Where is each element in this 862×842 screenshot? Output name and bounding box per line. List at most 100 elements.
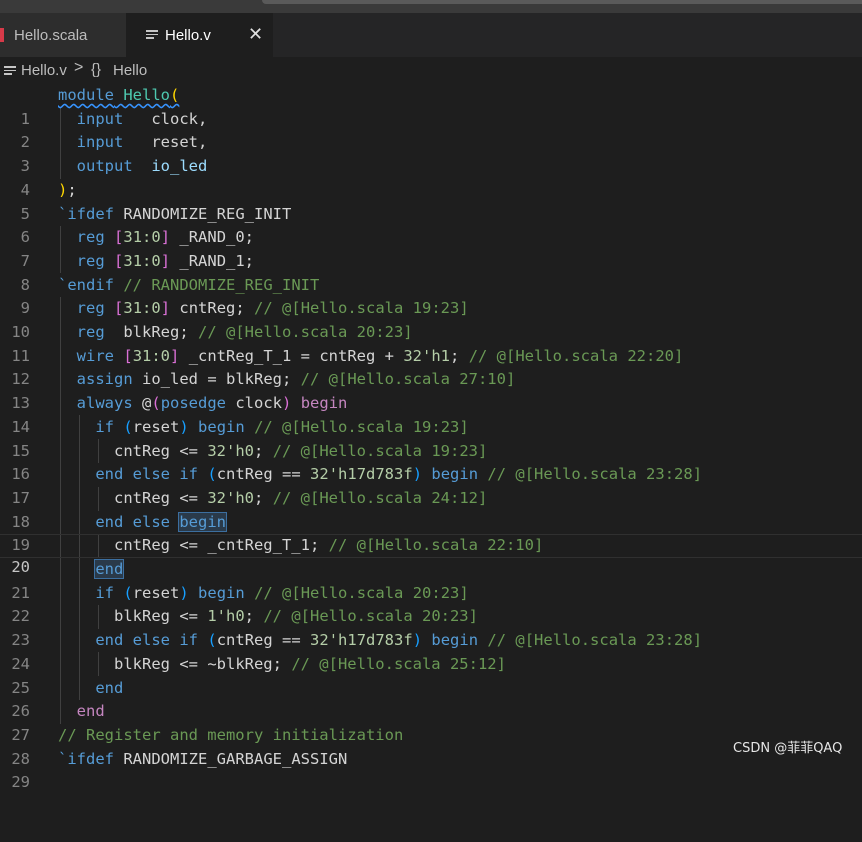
- code-text: end else if (cntReg == 32'h17d783f) begi…: [58, 463, 702, 487]
- tok: 32'h1: [403, 346, 450, 365]
- close-icon[interactable]: ✕: [248, 24, 263, 45]
- tok: module: [58, 86, 114, 104]
- code-text: end: [58, 700, 105, 724]
- code-line: 22 if (reset) begin // @[Hello.scala 20:…: [0, 582, 862, 626]
- tok: (: [207, 631, 217, 650]
- tok: input: [76, 133, 124, 152]
- tok: else: [132, 631, 170, 650]
- tok: ): [179, 417, 189, 436]
- code-text: input reset,: [58, 131, 208, 155]
- lines-icon: [146, 30, 158, 40]
- code-text: cntReg <= 32'h0; // @[Hello.scala 19:23]: [58, 440, 487, 464]
- tok: ifdef: [67, 749, 115, 768]
- code-line: 27 end: [0, 700, 862, 744]
- tok: if: [179, 465, 199, 484]
- tok: if: [95, 417, 114, 436]
- code-line: 3 input reset,: [0, 131, 862, 175]
- breadcrumb-file[interactable]: Hello.v: [21, 62, 67, 79]
- code-line: 17 end else if (cntReg == 32'h17d783f) b…: [0, 463, 862, 507]
- tab-label: Hello.scala: [14, 26, 88, 44]
- line-number: 29: [11, 773, 30, 792]
- tok: 32'h0: [207, 441, 254, 460]
- tok: // @[Hello.scala 22:20]: [468, 346, 684, 365]
- tok: begin: [178, 511, 228, 532]
- code-line: 5 );: [0, 179, 862, 223]
- tok: reset: [132, 583, 180, 602]
- tok: // @[Hello.scala 23:28]: [487, 465, 703, 484]
- tok: (: [123, 583, 133, 602]
- tok: // @[Hello.scala 27:10]: [300, 370, 516, 389]
- code-line: 11 reg blkReg; // @[Hello.scala 20:23]: [0, 321, 862, 365]
- tab-hello-v[interactable]: Hello.v ✕: [126, 13, 273, 57]
- tok: ]: [160, 299, 171, 318]
- code-line: 21 end: [0, 558, 862, 602]
- tok: (: [123, 417, 133, 436]
- tok: `: [58, 204, 68, 223]
- tok: RANDOMIZE_REG_INIT: [114, 204, 292, 223]
- tok: clock,: [123, 109, 208, 128]
- tok: begin: [198, 417, 245, 436]
- tok: output: [76, 157, 133, 176]
- code-text: `ifdef RANDOMIZE_GARBAGE_ASSIGN: [58, 748, 347, 772]
- code-line: 25 blkReg <= ~blkReg; // @[Hello.scala 2…: [0, 653, 862, 697]
- tok: ): [412, 465, 423, 484]
- code-text: reg [31:0] _RAND_1;: [58, 250, 254, 274]
- breadcrumb: Hello.v > {} Hello: [0, 57, 862, 84]
- code-line: 4 output io_led: [0, 155, 862, 199]
- code-text: end: [58, 558, 125, 582]
- tok: if: [95, 583, 114, 602]
- tok: ): [282, 394, 292, 413]
- tok: ;: [254, 488, 264, 507]
- tok: // @[Hello.scala 19:23]: [254, 299, 469, 318]
- tok: reg: [76, 251, 105, 270]
- tab-hello-scala[interactable]: Hello.scala: [0, 13, 126, 57]
- tok: ]: [160, 251, 171, 270]
- code-line: 10 reg [31:0] cntReg; // @[Hello.scala 1…: [0, 297, 862, 341]
- code-text: input clock,: [58, 108, 208, 132]
- tok: cntReg ==: [216, 631, 311, 650]
- tok: input: [76, 109, 124, 128]
- tok: Hello: [114, 86, 170, 104]
- code-line: 7 reg [31:0] _RAND_0;: [0, 226, 862, 270]
- code-line: 1 module Hello(: [0, 84, 862, 128]
- tok: // @[Hello.scala 20:23]: [254, 583, 469, 602]
- chevron-right-icon: >: [74, 59, 84, 76]
- code-editor[interactable]: 1 module Hello( 2 input clock, 3 input r…: [0, 84, 862, 791]
- code-line: 2 input clock,: [0, 108, 862, 152]
- breadcrumb-symbol[interactable]: Hello: [113, 62, 147, 79]
- tok: ): [412, 631, 423, 650]
- squiggle-warning: module Hello(: [58, 86, 179, 104]
- code-line: 26 end: [0, 677, 862, 721]
- tok: [: [114, 251, 124, 270]
- code-text: wire [31:0] _cntReg_T_1 = cntReg + 32'h1…: [58, 345, 684, 369]
- lines-icon: [4, 66, 16, 76]
- tok: 31:0: [123, 299, 161, 318]
- code-line: 12 wire [31:0] _cntReg_T_1 = cntReg + 32…: [0, 345, 862, 389]
- code-text: end else begin: [58, 511, 228, 535]
- tok: end: [95, 678, 124, 697]
- tok: end: [94, 559, 125, 579]
- tok: // @[Hello.scala 19:23]: [254, 417, 469, 436]
- tok: clock: [226, 394, 283, 413]
- tok: ;: [67, 180, 77, 199]
- code-text: );: [58, 179, 77, 203]
- code-line: 24 end else if (cntReg == 32'h17d783f) b…: [0, 629, 862, 673]
- tok: reset: [132, 417, 180, 436]
- tok: else: [132, 465, 170, 484]
- code-line: 13 assign io_led = blkReg; // @[Hello.sc…: [0, 368, 862, 412]
- code-line: 8 reg [31:0] _RAND_1;: [0, 250, 862, 294]
- code-line: 23 blkReg <= 1'h0; // @[Hello.scala 20:2…: [0, 605, 862, 649]
- code-text: cntReg <= 32'h0; // @[Hello.scala 24:12]: [58, 487, 487, 511]
- code-line-current: 20 cntReg <= _cntReg_T_1; // @[Hello.sca…: [0, 534, 862, 576]
- code-text: reg blkReg; // @[Hello.scala 20:23]: [58, 321, 413, 345]
- tok: 31:0: [123, 251, 161, 270]
- tok: end: [95, 631, 124, 650]
- tok: // @[Hello.scala 19:23]: [272, 441, 488, 460]
- tok: (: [151, 394, 161, 413]
- tok: // @[Hello.scala 23:28]: [487, 631, 703, 650]
- tok: ;: [254, 441, 264, 460]
- tok: ifdef: [67, 204, 115, 223]
- code-text: module Hello(: [58, 84, 179, 108]
- tok: 32'h0: [207, 488, 254, 507]
- tok: // Register and memory initialization: [58, 725, 404, 744]
